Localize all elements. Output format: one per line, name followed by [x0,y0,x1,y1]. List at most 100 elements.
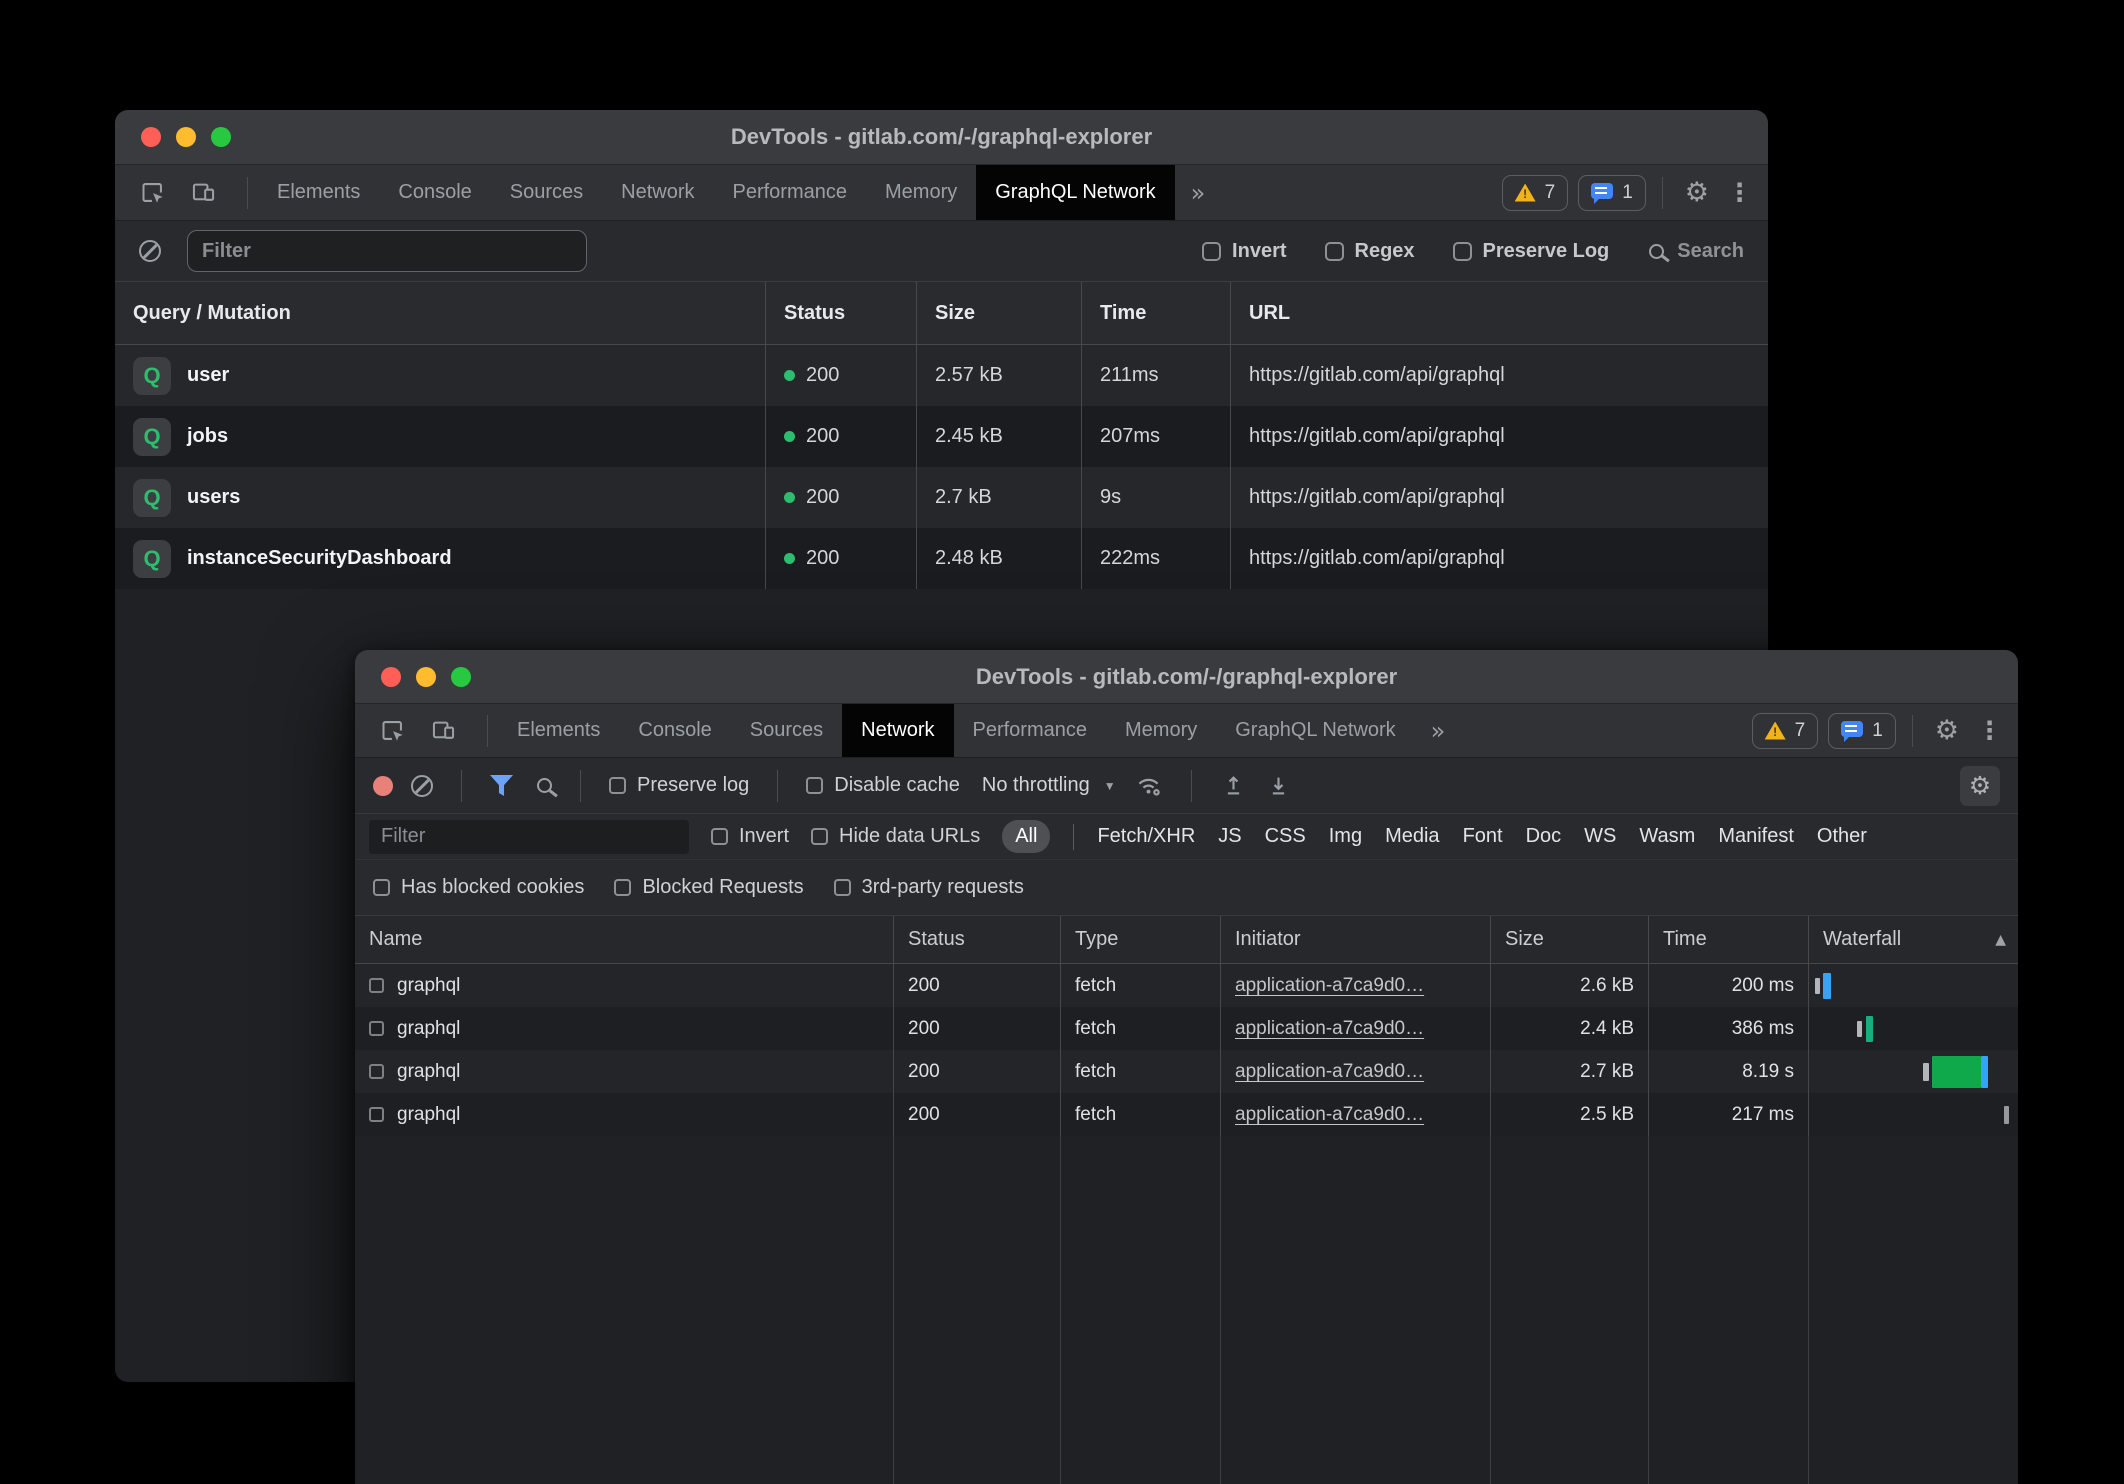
tab-network[interactable]: Network [602,165,713,220]
request-row-name[interactable]: graphql [355,964,893,1007]
tab-graphql-network[interactable]: GraphQL Network [1216,704,1414,757]
blocked-requests-checkbox[interactable]: Blocked Requests [614,876,803,899]
preserve-log-checkbox[interactable]: Preserve Log [1453,240,1610,263]
issues-badge[interactable]: 1 [1828,713,1896,749]
warnings-badge[interactable]: ! 7 [1752,713,1819,749]
column-header-size[interactable]: Size [1490,916,1648,964]
network-filter-input[interactable] [369,820,689,854]
clear-icon[interactable] [139,240,161,262]
desktop-background: DevTools - gitlab.com/-/graphql-explorer [0,0,2124,1484]
filter-type-manifest[interactable]: Manifest [1718,825,1794,848]
filter-type-wasm[interactable]: Wasm [1639,825,1695,848]
column-header-size[interactable]: Size [916,282,1081,345]
request-row-name[interactable]: graphql [355,1093,893,1136]
request-row-name[interactable]: graphql [355,1007,893,1050]
import-har-icon[interactable] [1220,772,1247,799]
graphql-filter-input[interactable] [187,230,587,272]
settings-gear-icon[interactable]: ⚙ [1923,704,1971,757]
third-party-requests-checkbox[interactable]: 3rd-party requests [834,876,1024,899]
kebab-menu-icon[interactable]: ⋮ [1721,165,1768,220]
column-header-query-mutation[interactable]: Query / Mutation [115,282,765,345]
tab-memory[interactable]: Memory [866,165,976,220]
export-har-icon[interactable] [1265,772,1292,799]
tab-sources[interactable]: Sources [491,165,602,220]
inspect-element-icon[interactable] [379,717,406,744]
throttling-dropdown[interactable]: No throttling ▼ [982,774,1116,797]
record-network-log-button[interactable] [373,776,393,796]
network-conditions-icon[interactable] [1134,771,1163,800]
filter-type-other[interactable]: Other [1817,825,1867,848]
device-toolbar-icon[interactable] [190,179,217,206]
tab-elements[interactable]: Elements [258,165,379,220]
more-tabs-icon[interactable]: » [1415,704,1462,757]
tab-network[interactable]: Network [842,704,953,757]
tab-performance[interactable]: Performance [954,704,1107,757]
has-blocked-cookies-checkbox[interactable]: Has blocked cookies [373,876,584,899]
close-window-button[interactable] [141,127,161,147]
column-header-status[interactable]: Status [893,916,1060,964]
tab-elements[interactable]: Elements [498,704,619,757]
query-row-name[interactable]: Q jobs [115,406,765,467]
device-toolbar-icon[interactable] [430,717,457,744]
tab-graphql-network[interactable]: GraphQL Network [976,165,1174,220]
row-checkbox[interactable] [369,1021,384,1036]
zoom-window-button[interactable] [211,127,231,147]
initiator-link[interactable]: application-a7ca9d0… [1235,1104,1424,1126]
column-header-url[interactable]: URL [1230,282,1768,345]
filter-type-media[interactable]: Media [1385,825,1439,848]
minimize-window-button[interactable] [176,127,196,147]
invert-checkbox[interactable]: Invert [1202,240,1286,263]
filter-type-img[interactable]: Img [1329,825,1362,848]
invert-checkbox[interactable]: Invert [711,825,789,848]
more-tabs-icon[interactable]: » [1175,165,1222,220]
tab-sources[interactable]: Sources [731,704,842,757]
initiator-link[interactable]: application-a7ca9d0… [1235,975,1424,997]
tab-memory[interactable]: Memory [1106,704,1216,757]
disable-cache-checkbox[interactable]: Disable cache [806,774,960,797]
close-window-button[interactable] [381,667,401,687]
column-header-type[interactable]: Type [1060,916,1220,964]
column-header-name[interactable]: Name [355,916,893,964]
filter-type-ws[interactable]: WS [1584,825,1616,848]
query-row-name[interactable]: Q instanceSecurityDashboard [115,528,765,589]
query-row-name[interactable]: Q users [115,467,765,528]
filter-type-fetch-xhr[interactable]: Fetch/XHR [1097,825,1195,848]
initiator-link[interactable]: application-a7ca9d0… [1235,1018,1424,1040]
filter-type-font[interactable]: Font [1463,825,1503,848]
settings-gear-icon[interactable]: ⚙ [1673,165,1721,220]
regex-checkbox[interactable]: Regex [1325,240,1415,263]
column-header-initiator[interactable]: Initiator [1220,916,1490,964]
row-checkbox[interactable] [369,1064,384,1079]
tab-console[interactable]: Console [619,704,730,757]
filter-type-all[interactable]: All [1002,820,1050,853]
column-header-waterfall[interactable]: Waterfall ▲ [1808,916,2018,964]
tab-console[interactable]: Console [379,165,490,220]
column-header-time[interactable]: Time [1081,282,1230,345]
filter-funnel-icon[interactable] [490,775,513,796]
issues-badge[interactable]: 1 [1578,175,1646,211]
filter-type-css[interactable]: CSS [1265,825,1306,848]
clear-network-log-icon[interactable] [411,775,433,797]
query-row-name[interactable]: Q user [115,345,765,406]
network-settings-gear-icon[interactable]: ⚙ [1960,766,2000,806]
preserve-log-checkbox[interactable]: Preserve log [609,774,749,797]
request-row-name[interactable]: graphql [355,1050,893,1093]
sort-ascending-icon: ▲ [1995,932,2006,948]
warnings-badge[interactable]: ! 7 [1502,175,1569,211]
filter-type-js[interactable]: JS [1218,825,1241,848]
divider [1073,824,1074,850]
inspect-element-icon[interactable] [139,179,166,206]
kebab-menu-icon[interactable]: ⋮ [1971,704,2018,757]
row-checkbox[interactable] [369,978,384,993]
search-icon[interactable] [537,778,552,793]
hide-data-urls-checkbox[interactable]: Hide data URLs [811,825,980,848]
search-button[interactable]: Search [1649,240,1744,263]
column-header-status[interactable]: Status [765,282,916,345]
column-header-time[interactable]: Time [1648,916,1808,964]
minimize-window-button[interactable] [416,667,436,687]
tab-performance[interactable]: Performance [714,165,867,220]
row-checkbox[interactable] [369,1107,384,1122]
filter-type-doc[interactable]: Doc [1526,825,1562,848]
initiator-link[interactable]: application-a7ca9d0… [1235,1061,1424,1083]
zoom-window-button[interactable] [451,667,471,687]
